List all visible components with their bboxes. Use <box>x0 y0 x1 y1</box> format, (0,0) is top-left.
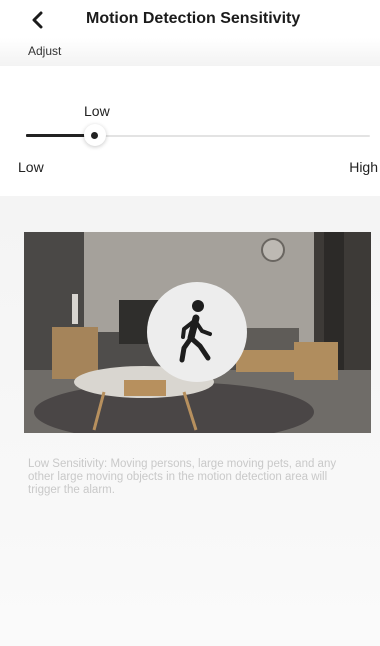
sensitivity-slider-area: Low Low High <box>0 66 380 196</box>
section-label: Adjust <box>28 44 62 58</box>
slider-current-value: Low <box>84 103 110 119</box>
chevron-left-icon <box>32 11 43 29</box>
motion-circle <box>147 282 247 382</box>
slider-min-label: Low <box>18 159 44 175</box>
slider-thumb[interactable] <box>83 124 106 146</box>
section-header: Adjust <box>0 38 380 66</box>
living-room-illustration <box>24 232 371 433</box>
preview-image <box>24 232 371 433</box>
nav-header: Motion Detection Sensitivity <box>0 0 380 38</box>
sensitivity-description: Low Sensitivity: Moving persons, large m… <box>28 458 337 496</box>
sensitivity-info-panel: Low Sensitivity: Moving persons, large m… <box>0 196 380 646</box>
page-title: Motion Detection Sensitivity <box>86 10 301 27</box>
slider-max-label: High <box>349 159 378 175</box>
slider-thumb-dot <box>91 131 99 139</box>
back-button[interactable] <box>26 8 50 32</box>
